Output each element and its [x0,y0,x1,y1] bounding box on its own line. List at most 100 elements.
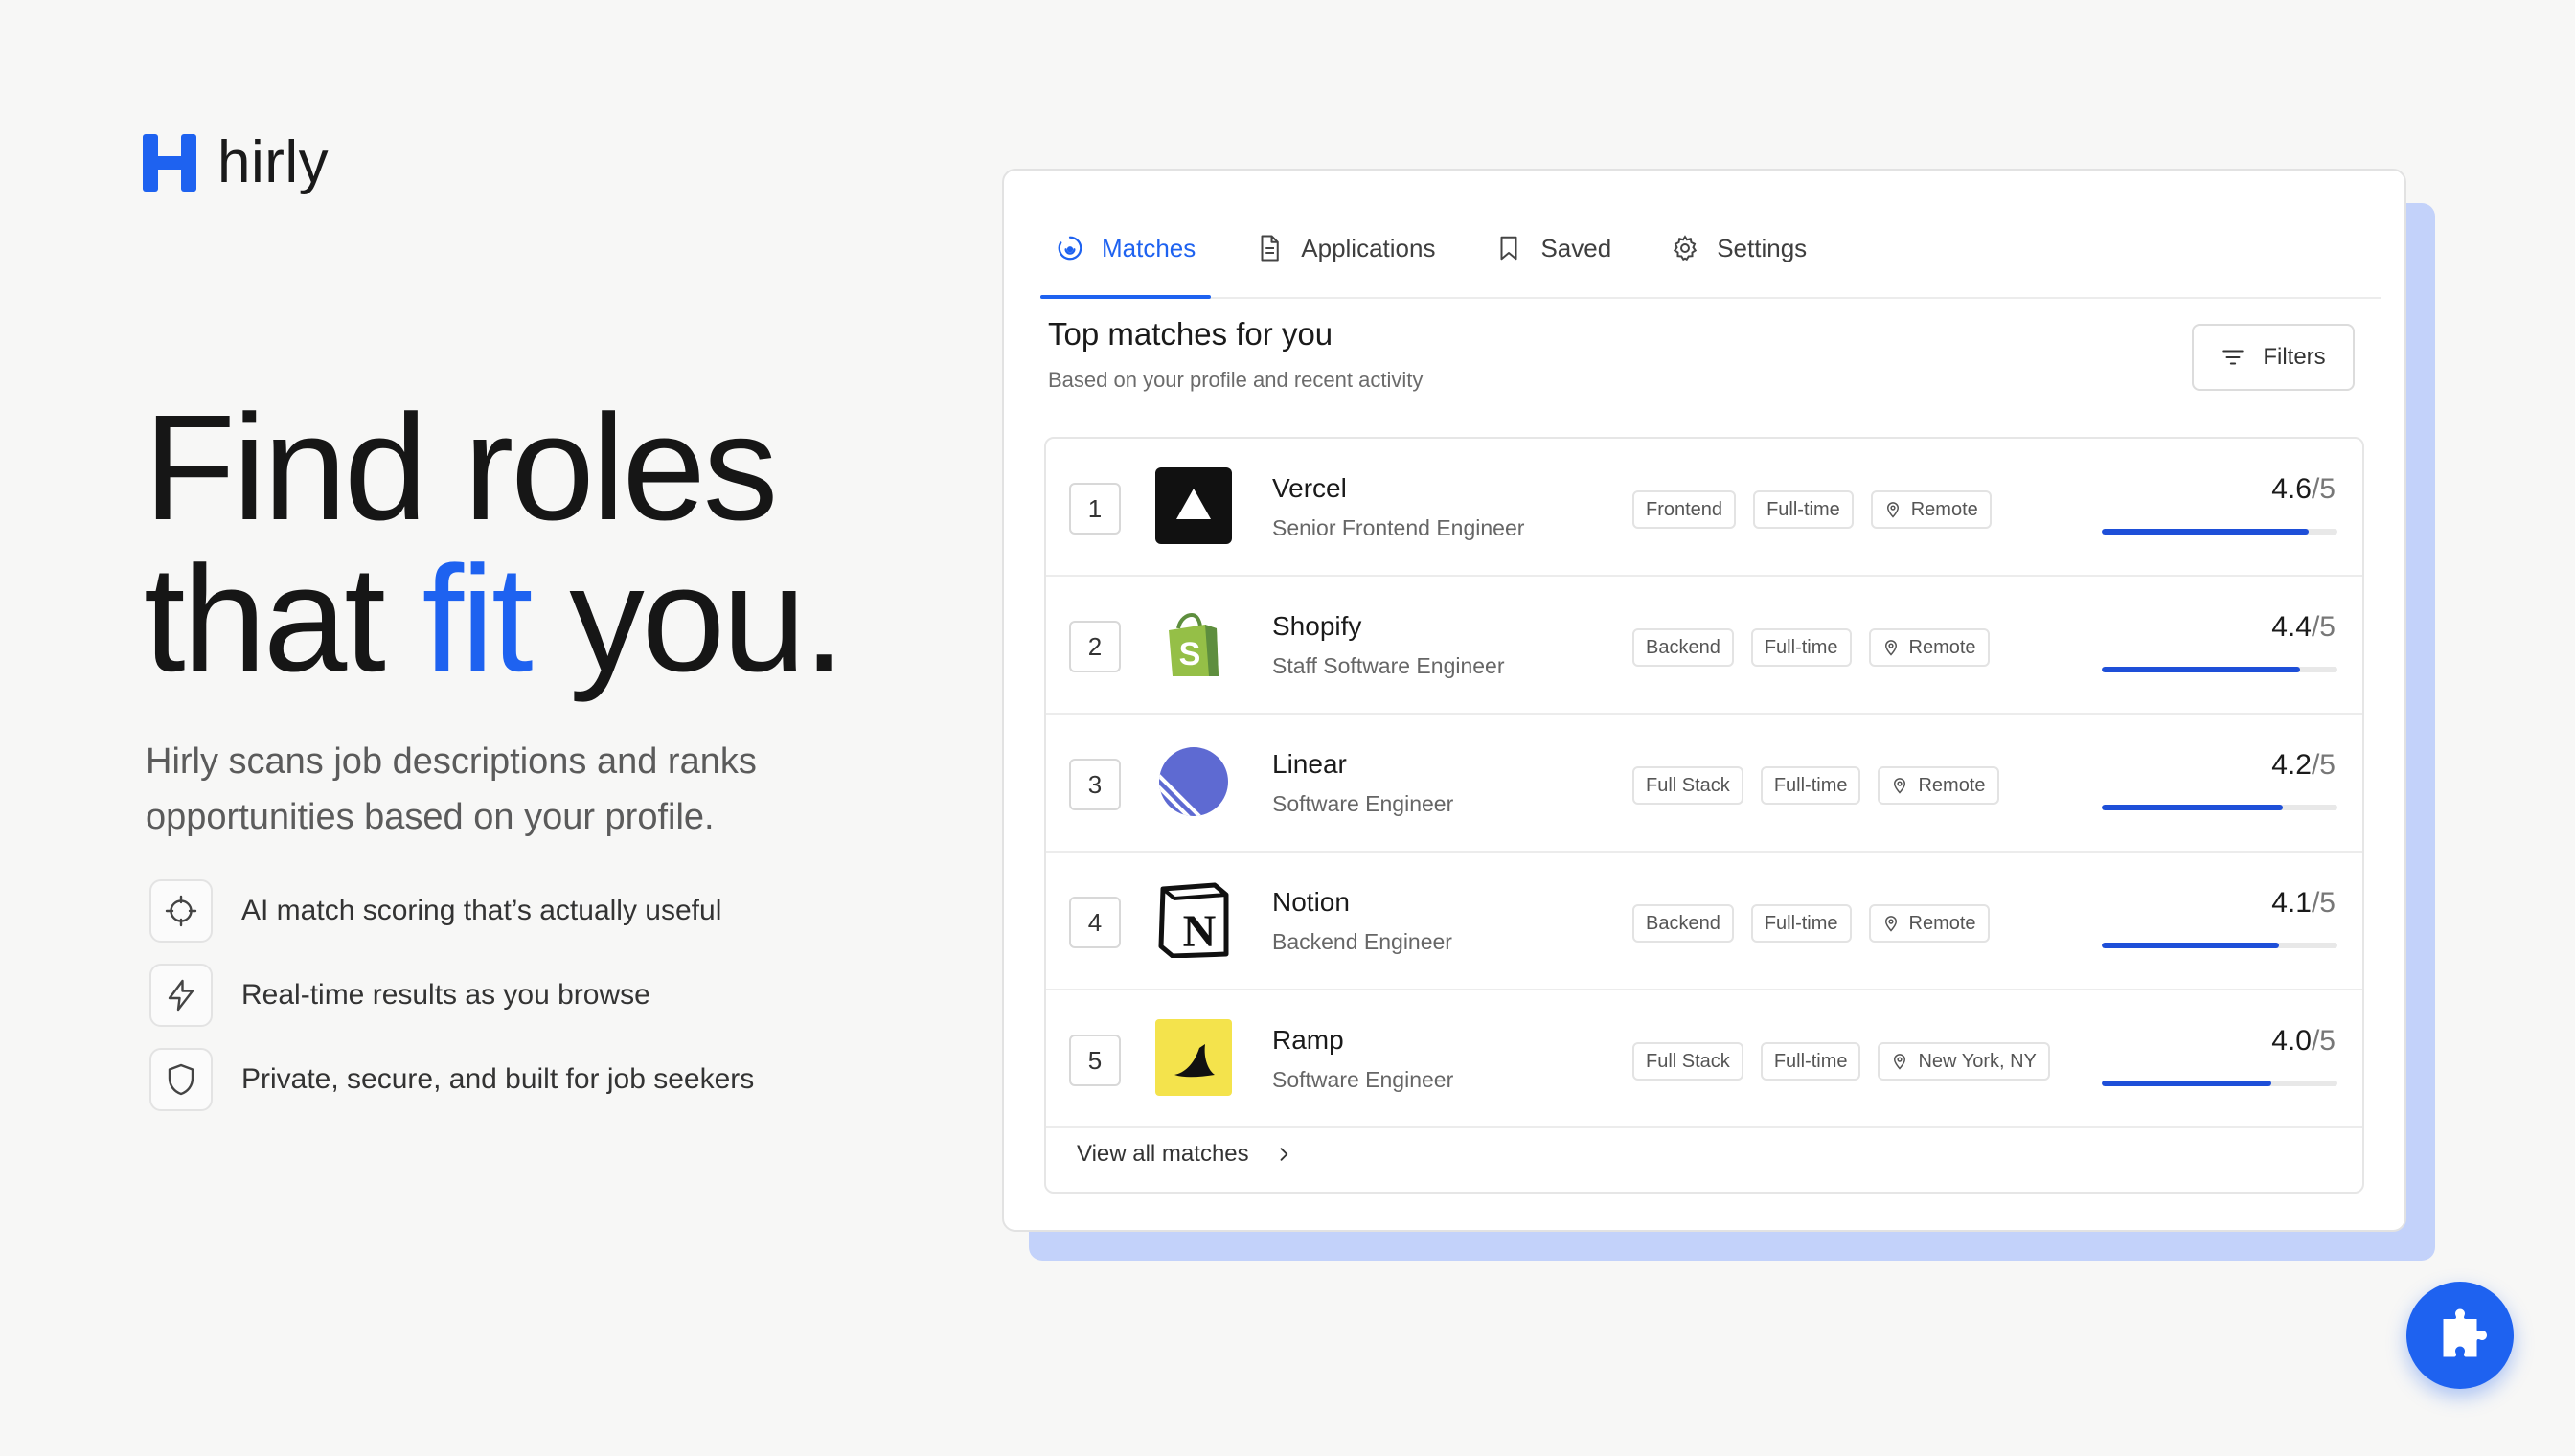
match-score: 4.1/5 [2271,887,2336,920]
score-denominator: /5 [2311,611,2336,643]
gear-icon [1674,235,1698,262]
tab-label: Matches [1102,233,1196,262]
match-row[interactable]: 4 N Notion Backend Engineer Backend Full… [1046,853,2362,990]
bookmark-icon [1500,236,1517,261]
tag: Full-time [1753,490,1854,529]
match-score: 4.6/5 [2271,473,2336,506]
tag: Full-time [1750,628,1852,667]
document-icon [1261,235,1280,262]
rank-badge: 3 [1069,759,1121,810]
job-title: Software Engineer [1272,791,1454,816]
tab-label: Saved [1540,233,1612,262]
company-name: Notion [1272,887,1350,917]
job-title: Senior Frontend Engineer [1272,515,1525,540]
view-all-matches-link[interactable]: View all matches [1046,1117,2362,1192]
company-name: Ramp [1272,1025,1344,1055]
location-text: Remote [1908,912,1976,934]
svg-text:S: S [1179,636,1201,672]
match-list: 1 Vercel Senior Frontend Engineer Fronte… [1044,437,2364,1194]
rank-badge: 4 [1069,897,1121,948]
tag-group: Backend Full-time Remote [1632,904,1990,943]
score-denominator: /5 [2311,1025,2336,1057]
feature-list: AI match scoring that’s actually useful … [149,879,754,1132]
job-title: Software Engineer [1272,1067,1454,1092]
svg-text:N: N [1183,906,1217,957]
score-value: 4.1 [2271,887,2312,919]
job-title: Staff Software Engineer [1272,653,1505,678]
feature-item: Real-time results as you browse [149,964,754,1027]
ramp-logo [1155,1019,1232,1096]
score-fill [2102,943,2279,948]
hero-line-2-pre: that [144,535,422,703]
match-row[interactable]: 5 Ramp Software Engineer Full Stack Full… [1046,990,2362,1128]
rank-badge: 2 [1069,621,1121,672]
score-fill [2102,805,2284,810]
tab-settings[interactable]: Settings [1655,199,1822,297]
tab-applications[interactable]: Applications [1240,199,1450,297]
tag-group: Full Stack Full-time Remote [1632,766,1999,805]
vercel-logo [1155,467,1232,544]
match-score: 4.4/5 [2271,611,2336,644]
tag: Backend [1632,904,1734,943]
tab-label: Applications [1301,233,1436,262]
score-bar [2102,529,2337,535]
score-value: 4.6 [2271,473,2312,505]
location-text: Remote [1918,774,1986,796]
rank-badge: 5 [1069,1035,1121,1086]
rank-badge: 1 [1069,483,1121,535]
shopify-logo: S [1155,605,1232,682]
feature-item: Private, secure, and built for job seeke… [149,1048,754,1111]
match-row[interactable]: 1 Vercel Senior Frontend Engineer Fronte… [1046,439,2362,577]
location-pin-icon [1886,502,1899,518]
match-score: 4.0/5 [2271,1025,2336,1058]
tag: Full-time [1760,1042,1861,1081]
shield-icon [149,1048,213,1111]
tab-matches[interactable]: Matches [1040,199,1212,299]
company-name: Shopify [1272,611,1362,641]
hero-accent-word: fit [422,535,534,703]
score-denominator: /5 [2311,473,2336,505]
tag-group: Full Stack Full-time New York, NY [1632,1042,2050,1081]
hero-line-2: that fit you. [144,544,1006,695]
lightning-icon [149,964,213,1027]
filters-label: Filters [2263,344,2326,370]
score-fill [2102,529,2310,535]
location-pin-icon [1894,1054,1906,1070]
chevron-right-icon [1280,1148,1288,1161]
hero-line-1: Find roles [144,384,778,552]
location-text: Remote [1908,636,1976,658]
location-pin-icon [1894,778,1906,794]
score-value: 4.0 [2271,1025,2312,1057]
filters-button[interactable]: Filters [2192,324,2355,391]
location-tag: Remote [1878,766,1999,805]
tag: Full-time [1760,766,1861,805]
extension-fab-button[interactable] [2406,1282,2514,1389]
location-tag: Remote [1868,628,1990,667]
feature-text: Real-time results as you browse [241,979,650,1011]
score-denominator: /5 [2311,749,2336,781]
score-bar [2102,667,2337,672]
crosshair-icon [149,879,213,943]
match-row[interactable]: 2 S Shopify Staff Software Engineer Back… [1046,577,2362,715]
location-text: Remote [1910,498,1978,520]
tag: Full-time [1750,904,1852,943]
hero-subtitle: Hirly scans job descriptions and ranks o… [146,741,757,837]
score-fill [2102,667,2300,672]
brand-name: hirly [217,129,330,195]
match-row[interactable]: 3 Linear Software Engineer Full Stack Fu… [1046,715,2362,853]
score-bar [2102,943,2337,948]
score-fill [2102,1081,2272,1086]
matches-icon [1058,236,1082,261]
section-title: Top matches for you [1048,316,1333,352]
section-subtitle: Based on your profile and recent activit… [1048,368,1424,392]
location-tag: New York, NY [1878,1042,2050,1081]
feature-text: Private, secure, and built for job seeke… [241,1063,755,1095]
brand-logo[interactable]: hirly [143,128,329,196]
tag: Frontend [1632,490,1737,529]
linear-logo [1155,743,1232,820]
tab-saved[interactable]: Saved [1479,199,1627,297]
score-bar [2102,1081,2337,1086]
score-bar [2102,805,2337,810]
match-score: 4.2/5 [2271,749,2336,782]
feature-item: AI match scoring that’s actually useful [149,879,754,943]
